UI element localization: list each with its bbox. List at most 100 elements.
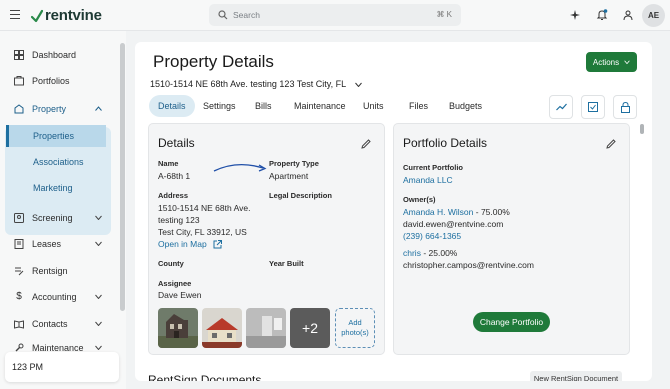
sidebar-subitem-properties[interactable]: Properties	[6, 125, 106, 147]
top-bar: rentvine Search ⌘ K AE	[0, 0, 670, 31]
more-photos[interactable]: +2	[290, 308, 330, 348]
search-placeholder: Search	[233, 10, 260, 20]
rentsign-icon	[15, 267, 24, 276]
owner-email: christopher.campos@rentvine.com	[403, 260, 534, 270]
checklist-button[interactable]	[581, 95, 605, 119]
sidebar-item-label: Screening	[32, 213, 73, 223]
chevron-down-icon	[95, 241, 102, 246]
assignee-label: Assignee	[158, 279, 192, 288]
house-photo-1	[158, 308, 198, 348]
search-icon	[218, 10, 228, 20]
sidebar-item-screening[interactable]: Screening	[5, 207, 111, 229]
avatar[interactable]: AE	[642, 4, 665, 27]
chevron-down-icon	[95, 294, 102, 299]
room-photo	[246, 308, 286, 348]
actions-button[interactable]: Actions	[586, 52, 637, 72]
add-photos-button[interactable]: Add photo(s)	[335, 308, 375, 348]
address-line-2: testing 123	[158, 215, 200, 225]
property-photo[interactable]	[202, 308, 242, 348]
brand-name: rentvine	[45, 7, 102, 24]
current-portfolio-label: Current Portfolio	[403, 163, 463, 172]
owner-row: Amanda H. Wilson - 75.00%	[403, 206, 510, 218]
dollar-icon: $	[16, 291, 22, 302]
menu-icon[interactable]	[10, 10, 20, 19]
main-scrollbar[interactable]	[640, 124, 644, 134]
details-title: Details	[158, 136, 195, 150]
sidebar-item-label: Rentsign	[32, 266, 68, 276]
tab-files[interactable]: Files	[409, 95, 428, 117]
sidebar-item-rentsign[interactable]: Rentsign	[5, 260, 111, 282]
owner-phone-link[interactable]: (239) 664-1365	[403, 230, 461, 242]
owner-name-link[interactable]: chris	[403, 248, 421, 258]
house-photo-2	[202, 308, 242, 348]
name-label: Name	[158, 159, 179, 168]
edit-pencil-icon[interactable]	[606, 139, 616, 149]
tab-details[interactable]: Details	[149, 95, 195, 117]
external-link-icon	[213, 239, 222, 248]
tab-settings[interactable]: Settings	[203, 95, 236, 117]
contacts-icon	[14, 320, 24, 329]
dashboard-icon	[14, 50, 24, 60]
owner-email: david.ewen@rentvine.com	[403, 219, 504, 229]
sidebar-item-dashboard[interactable]: Dashboard	[5, 44, 111, 66]
assignee-value: Dave Ewen	[158, 290, 202, 300]
tab-maintenance[interactable]: Maintenance	[294, 95, 346, 117]
portfolio-title: Portfolio Details	[403, 136, 488, 150]
sidebar-item-label: Contacts	[32, 319, 68, 329]
address-label: Address	[158, 191, 189, 200]
open-in-map-link[interactable]: Open in Map	[158, 238, 222, 250]
sidebar-item-leases[interactable]: Leases	[5, 233, 111, 255]
tab-budgets[interactable]: Budgets	[449, 95, 482, 117]
sidebar-item-label: Dashboard	[32, 50, 77, 60]
property-photo[interactable]	[246, 308, 286, 348]
sidebar-item-contacts[interactable]: Contacts	[5, 313, 111, 335]
lock-button[interactable]	[613, 95, 637, 119]
bell-icon[interactable]	[596, 9, 608, 21]
sidebar-item-label: Accounting	[32, 292, 77, 302]
chevron-up-icon	[95, 106, 102, 111]
owners-label: Owner(s)	[403, 195, 436, 204]
edit-pencil-icon[interactable]	[361, 139, 371, 149]
chevron-down-icon	[95, 215, 102, 220]
tab-bills[interactable]: Bills	[255, 95, 272, 117]
user-switcher[interactable]: 123 PM	[5, 352, 119, 382]
sidebar-item-label: Leases	[32, 239, 62, 249]
owner-share: - 75.00%	[475, 207, 510, 217]
arrow-icon	[213, 164, 267, 172]
screening-icon	[14, 213, 24, 223]
sidebar-item-portfolios[interactable]: Portfolios	[5, 70, 111, 92]
new-rentsign-document-button[interactable]: New RentSign Document	[530, 371, 622, 381]
tab-units[interactable]: Units	[363, 95, 384, 117]
more-photos-count: +2	[302, 320, 318, 336]
sidebar-item-label: Portfolios	[32, 76, 70, 86]
portfolio-icon	[14, 76, 24, 86]
sidebar-subitem-associations[interactable]: Associations	[6, 151, 106, 173]
address-line-1: 1510-1514 NE 68th Ave.	[158, 203, 251, 213]
change-portfolio-button[interactable]: Change Portfolio	[473, 312, 550, 332]
user-lock-icon[interactable]	[622, 9, 634, 21]
year-built-label: Year Built	[269, 259, 304, 268]
actions-label: Actions	[592, 57, 620, 67]
sidebar-item-label: Property	[32, 104, 67, 114]
sparkle-icon[interactable]	[569, 9, 581, 21]
property-photo[interactable]	[158, 308, 198, 348]
owner-name-link[interactable]: Amanda H. Wilson	[403, 207, 473, 217]
county-label: County	[158, 259, 184, 268]
chart-button[interactable]	[549, 95, 573, 119]
lease-icon	[14, 239, 24, 249]
address-line-3: Test City, FL 33912, US	[158, 227, 247, 237]
lock-icon	[620, 101, 630, 113]
current-portfolio-link[interactable]: Amanda LLC	[403, 174, 453, 186]
legal-description-label: Legal Description	[269, 191, 332, 200]
property-address-select[interactable]: 1510-1514 NE 68th Ave. testing 123 Test …	[150, 79, 363, 89]
brand-logo[interactable]: rentvine	[31, 7, 102, 24]
checklist-icon	[588, 102, 598, 112]
page-title: Property Details	[153, 52, 274, 71]
details-card: Details Name A-68th 1 Property Type Apar…	[148, 123, 385, 355]
sidebar-subitem-marketing[interactable]: Marketing	[6, 177, 106, 199]
sidebar-item-accounting[interactable]: $ Accounting	[5, 286, 111, 308]
search-bar[interactable]: Search ⌘ K	[209, 4, 461, 26]
sidebar-item-property[interactable]: Property	[5, 98, 111, 120]
chevron-down-icon	[624, 60, 630, 64]
sidebar-scrollbar[interactable]	[120, 43, 125, 311]
